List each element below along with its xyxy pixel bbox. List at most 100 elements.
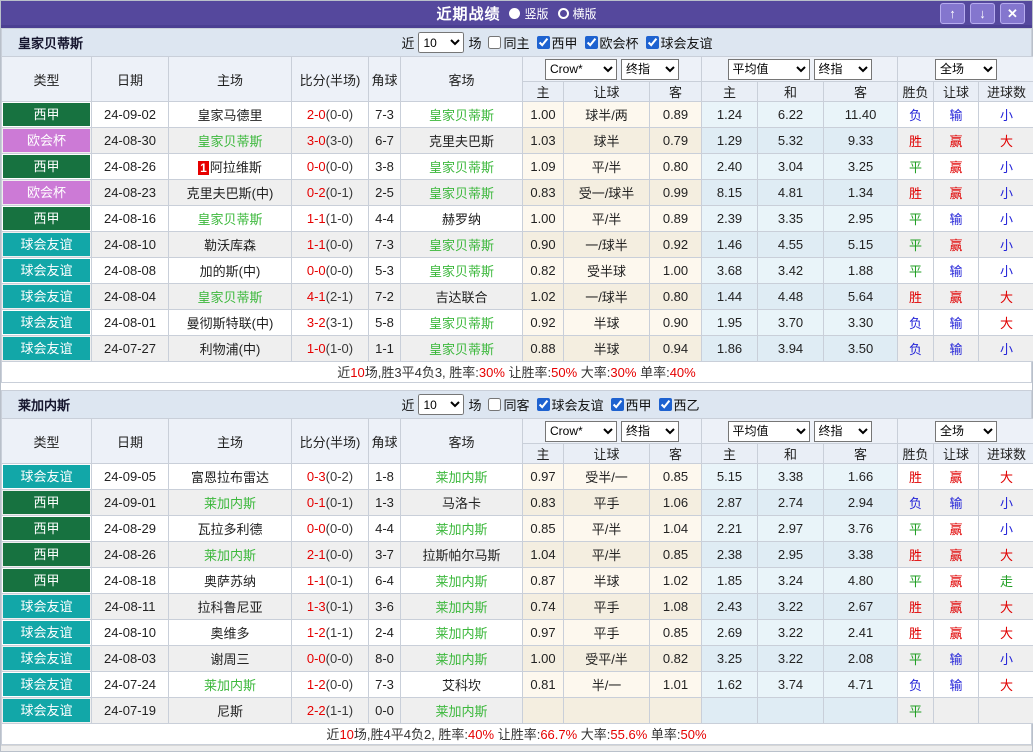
- home-team-name: 莱加内斯: [204, 548, 256, 563]
- match-type-cell: 欧会杯: [2, 128, 92, 154]
- odds-stage-select[interactable]: 终指: [621, 59, 679, 80]
- sub-header-avg-draw: 和: [758, 82, 824, 102]
- league-checkbox-1[interactable]: [585, 36, 598, 49]
- odds-crow-away: 0.89: [650, 206, 702, 232]
- match-type-badge: 球会友谊: [3, 621, 90, 644]
- away-team: 马洛卡: [401, 490, 523, 516]
- match-row: 球会友谊24-07-27利物浦(中)1-0(1-0)1-1皇家贝蒂斯0.88半球…: [2, 336, 1033, 362]
- same-venue-checkbox[interactable]: [488, 36, 501, 49]
- result-goals: 走: [979, 568, 1033, 594]
- fulltime-score: 0-0: [307, 263, 326, 278]
- odds-avg-home: 2.87: [702, 490, 758, 516]
- odds-crow-away: 0.94: [650, 336, 702, 362]
- home-team-name: 尼斯: [217, 704, 243, 719]
- layout-radio-vertical[interactable]: 竖版: [509, 5, 548, 22]
- league-checkbox-0[interactable]: [537, 398, 550, 411]
- odds-avg-away: 2.94: [824, 490, 898, 516]
- match-date: 24-08-26: [92, 154, 169, 180]
- away-team-name: 莱加内斯: [435, 626, 487, 641]
- home-team-name: 加的斯(中): [200, 264, 261, 279]
- result-goals: 小: [979, 516, 1033, 542]
- match-date: 24-09-01: [92, 490, 169, 516]
- league-label-2: 西乙: [674, 395, 700, 414]
- fulltime-score: 0-3: [307, 469, 326, 484]
- halftime-score: (0-0): [326, 159, 353, 174]
- match-type-badge: 球会友谊: [3, 233, 90, 256]
- odds-crow-handicap: 平手: [564, 594, 650, 620]
- move-down-button[interactable]: ↓: [970, 3, 995, 24]
- home-team: 利物浦(中): [169, 336, 292, 362]
- summary-segment: 场,胜3平4负3, 胜率:: [365, 365, 479, 380]
- odds-crow-handicap: 一/球半: [564, 232, 650, 258]
- match-type-cell: 西甲: [2, 206, 92, 232]
- odds-crow-home: 1.02: [523, 284, 564, 310]
- group-header-fulltime: 全场: [898, 57, 1033, 82]
- match-type-cell: 球会友谊: [2, 594, 92, 620]
- recent-count-select[interactable]: 10: [418, 394, 464, 415]
- match-date: 24-08-29: [92, 516, 169, 542]
- away-team-name: 莱加内斯: [435, 470, 487, 485]
- odds-avg-home: 1.29: [702, 128, 758, 154]
- score-cell: 4-1(2-1): [292, 284, 369, 310]
- corner-count: 3-8: [369, 154, 401, 180]
- result-goals: 小: [979, 232, 1033, 258]
- corner-count: 4-4: [369, 516, 401, 542]
- close-button[interactable]: ✕: [1000, 3, 1025, 24]
- match-date: 24-08-26: [92, 542, 169, 568]
- home-team: 奥萨苏纳: [169, 568, 292, 594]
- result-goals: 大: [979, 464, 1033, 490]
- match-date: 24-07-24: [92, 672, 169, 698]
- avg-stage-select[interactable]: 终指: [814, 421, 872, 442]
- home-team-name: 曼彻斯特联(中): [187, 316, 274, 331]
- odds-stage-select[interactable]: 终指: [621, 421, 679, 442]
- league-checkbox-0[interactable]: [537, 36, 550, 49]
- odds-crow-handicap: 受一/球半: [564, 180, 650, 206]
- sub-header-handicap-away: 客: [650, 444, 702, 464]
- average-select[interactable]: 平均值: [728, 59, 810, 80]
- fulltime-score: 0-0: [307, 521, 326, 536]
- score-cell: 0-3(0-2): [292, 464, 369, 490]
- match-date: 24-09-05: [92, 464, 169, 490]
- result-handicap: 赢: [934, 180, 979, 206]
- odds-avg-draw: 3.04: [758, 154, 824, 180]
- recent-label: 近: [401, 33, 414, 52]
- halftime-score: (0-0): [326, 521, 353, 536]
- odds-avg-draw: 4.81: [758, 180, 824, 206]
- away-team-name: 艾科坎: [442, 678, 481, 693]
- odds-crow-away: 0.90: [650, 310, 702, 336]
- sub-header-avg-away: 客: [824, 82, 898, 102]
- league-checkbox-2[interactable]: [646, 36, 659, 49]
- league-checkbox-1[interactable]: [611, 398, 624, 411]
- result-winlose: 负: [898, 490, 934, 516]
- away-team-name: 吉达联合: [435, 290, 487, 305]
- move-up-button[interactable]: ↑: [940, 3, 965, 24]
- fulltime-score: 1-1: [307, 237, 326, 252]
- result-goals: 小: [979, 490, 1033, 516]
- home-team-name: 利物浦(中): [200, 342, 261, 357]
- league-checkbox-2[interactable]: [659, 398, 672, 411]
- halftime-score: (0-0): [326, 547, 353, 562]
- avg-stage-select[interactable]: 终指: [814, 59, 872, 80]
- away-team-name: 皇家贝蒂斯: [429, 186, 494, 201]
- layout-radio-horizontal[interactable]: 横版: [558, 5, 597, 22]
- fulltime-select[interactable]: 全场: [935, 421, 997, 442]
- recent-count-select[interactable]: 10: [418, 32, 464, 53]
- group-header-bookmaker: Crow*终指: [523, 57, 702, 82]
- halftime-score: (2-1): [326, 289, 353, 304]
- odds-avg-away: 4.71: [824, 672, 898, 698]
- odds-avg-away: 3.25: [824, 154, 898, 180]
- same-venue-checkbox[interactable]: [488, 398, 501, 411]
- average-select[interactable]: 平均值: [728, 421, 810, 442]
- odds-crow-away: 0.79: [650, 128, 702, 154]
- bookmaker-select[interactable]: Crow*: [545, 59, 617, 80]
- corner-count: 1-3: [369, 490, 401, 516]
- matches-table: 类型 日期 主场 比分(半场) 角球 客场 Crow*终指 平均值终指 全场: [1, 56, 1033, 362]
- odds-crow-away: 0.80: [650, 284, 702, 310]
- bookmaker-select[interactable]: Crow*: [545, 421, 617, 442]
- matches-label: 场: [468, 33, 481, 52]
- result-winlose: 负: [898, 336, 934, 362]
- match-type-badge: 球会友谊: [3, 259, 90, 282]
- fulltime-select[interactable]: 全场: [935, 59, 997, 80]
- score-cell: 2-0(0-0): [292, 102, 369, 128]
- home-team: 勒沃库森: [169, 232, 292, 258]
